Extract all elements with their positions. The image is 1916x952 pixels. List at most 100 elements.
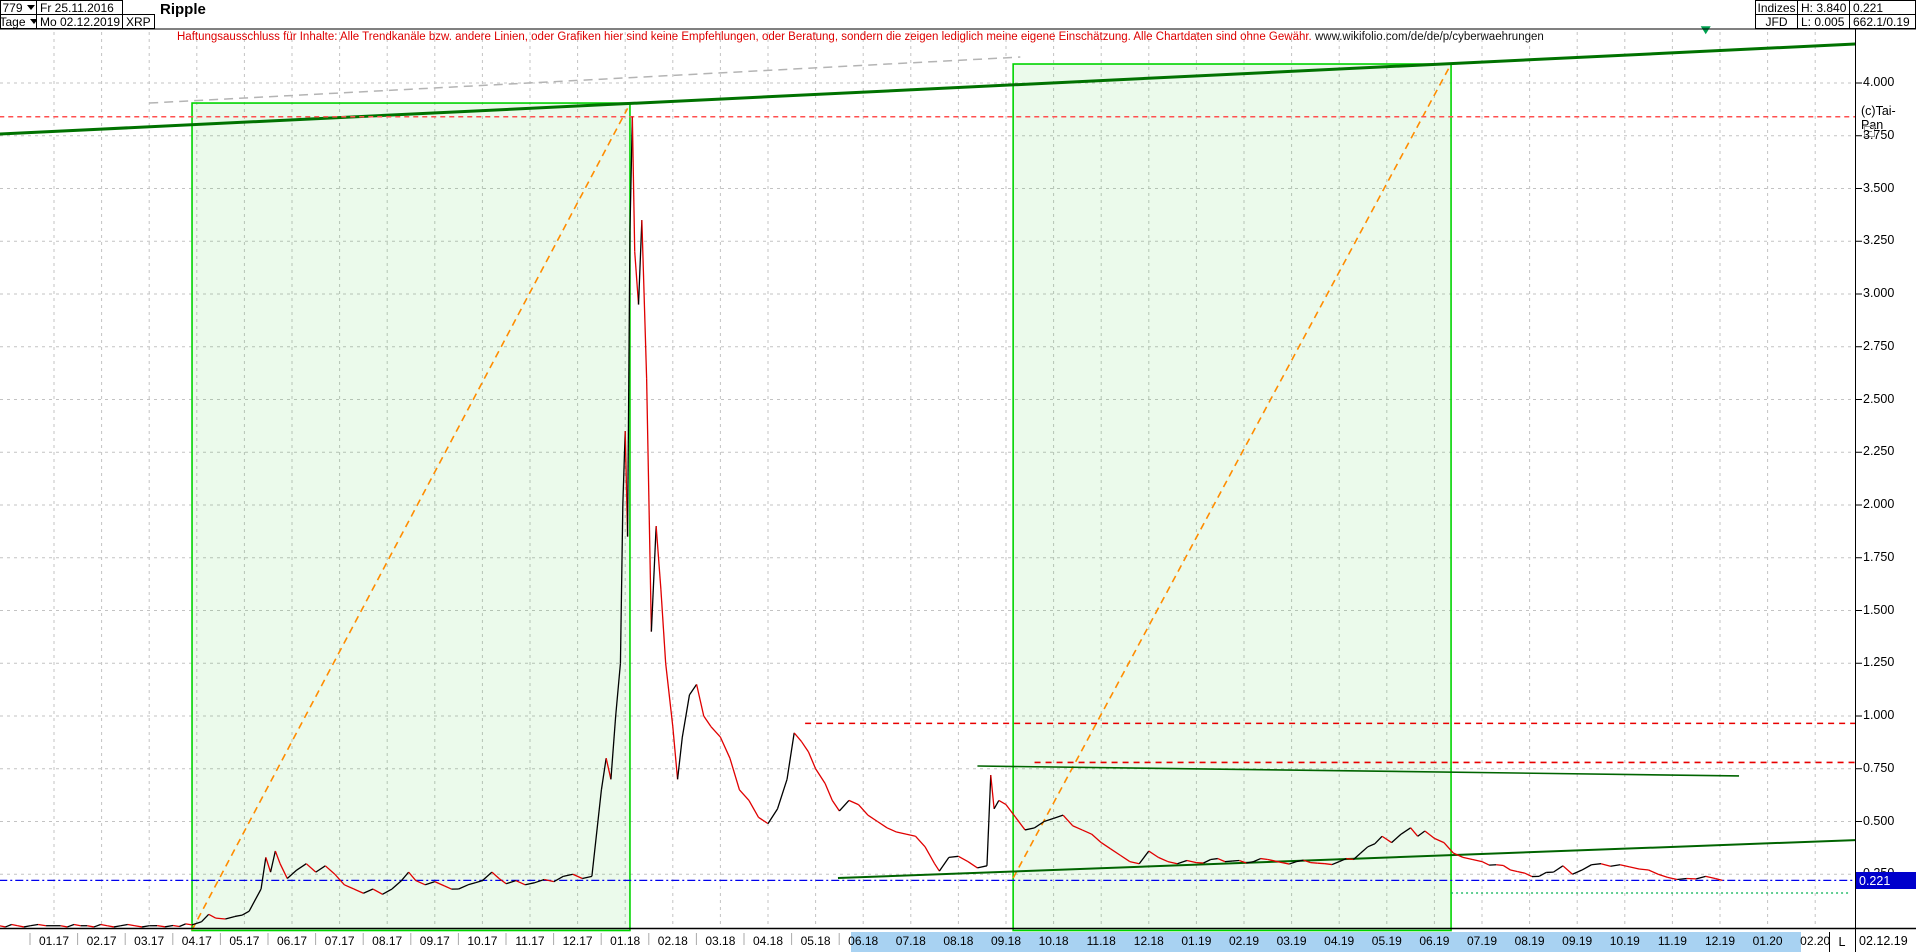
price-segment (958, 856, 968, 861)
gray-resistance-line[interactable] (149, 57, 1020, 103)
x-axis-label: 04.19 (1321, 934, 1357, 948)
price-segment (935, 864, 940, 871)
price-segment (142, 926, 149, 927)
price-segment (216, 918, 226, 919)
x-axis-label: 01.17 (36, 934, 72, 948)
date-from-value: Fr 25.11.2016 (40, 1, 114, 15)
x-axis-label: 10.18 (1036, 934, 1072, 948)
price-segment (157, 926, 165, 927)
price-segment (839, 800, 849, 811)
price-segment (1582, 865, 1592, 870)
current-price-text: 0.221 (1859, 874, 1890, 888)
x-axis-label: 10.17 (464, 934, 500, 948)
symbol-value: XRP (126, 15, 151, 29)
x-axis-label: 06.17 (274, 934, 310, 948)
x-axis-label: 11.18 (1083, 934, 1119, 948)
x-axis-label: 02.17 (84, 934, 120, 948)
high-value: H: 3.840 (1801, 1, 1846, 15)
price-segment (1511, 870, 1518, 872)
price-segment (1630, 867, 1640, 869)
bar-count-dropdown[interactable]: 779 (0, 0, 37, 15)
x-axis-label: 06.18 (845, 934, 881, 948)
x-axis-label: 12.18 (1131, 934, 1167, 948)
date-from-field[interactable]: Fr 25.11.2016 (36, 0, 123, 15)
period-value: Tage (0, 15, 26, 29)
price-segment (808, 752, 815, 769)
chevron-down-icon (27, 5, 35, 10)
price-segment (1639, 869, 1649, 870)
price-segment (711, 727, 721, 738)
price-segment (651, 526, 656, 632)
bar-count-value: 779 (2, 1, 22, 15)
price-segment (61, 926, 68, 927)
price-segment (999, 800, 1006, 804)
x-axis-label: 08.19 (1512, 934, 1548, 948)
price-segment (642, 220, 647, 378)
x-axis-label: 10.19 (1607, 934, 1643, 948)
price-segment (1706, 876, 1716, 878)
x-axis-label: 01.19 (1178, 934, 1214, 948)
price-segment (1696, 876, 1706, 879)
page-title: Ripple (160, 1, 206, 18)
x-axis-label: 08.18 (940, 934, 976, 948)
date-to-field[interactable]: Mo 02.12.2019 (36, 14, 123, 29)
x-axis-label: 04.18 (750, 934, 786, 948)
price-segment (18, 926, 24, 927)
price-segment (1325, 864, 1332, 865)
price-segment (107, 926, 114, 927)
period-dropdown[interactable]: Tage (0, 14, 37, 29)
price-segment (987, 775, 991, 866)
price-segment (1211, 859, 1218, 860)
price-segment (939, 857, 949, 871)
x-axis-label: 09.17 (417, 934, 453, 948)
x-axis-label: 07.19 (1464, 934, 1500, 948)
price-segment (749, 800, 759, 817)
x-axis-label: 05.18 (798, 934, 834, 948)
x-axis-label: 12.19 (1702, 934, 1738, 948)
y-axis-label: 1.000 (1863, 708, 1894, 722)
price-segment (639, 220, 642, 304)
y-axis-label: 3.750 (1863, 128, 1894, 142)
wikifolio-link[interactable]: www.wikifolio.com/de/de/p/cyberwaehrunge… (1315, 31, 1544, 43)
price-segment (74, 925, 81, 926)
price-segment (977, 866, 987, 868)
info-last-price-cell: 0.221 (1849, 0, 1916, 15)
price-segment (868, 815, 878, 821)
indizes-label: Indizes (1757, 1, 1795, 15)
price-segment (661, 589, 666, 663)
price-segment (101, 925, 108, 926)
price-chart-canvas[interactable] (0, 0, 1916, 952)
price-segment (968, 862, 978, 868)
x-axis-label: 11.17 (512, 934, 548, 948)
x-axis-label: 08.17 (369, 934, 405, 948)
x-axis-label: 02.18 (655, 934, 691, 948)
price-segment (1463, 857, 1473, 859)
price-segment (730, 758, 740, 790)
taipan-chart-window: { "header": { "bar_count": "779", "perio… (0, 0, 1916, 952)
y-axis-label: 0.500 (1863, 814, 1894, 828)
price-segment (1311, 863, 1318, 864)
price-segment (787, 733, 794, 779)
price-segment (179, 924, 185, 927)
x-axis-label: 03.19 (1274, 934, 1310, 948)
price-segment (135, 926, 142, 927)
y-axis-label: 3.500 (1863, 181, 1894, 195)
price-segment (949, 856, 959, 857)
y-axis-label: 1.750 (1863, 550, 1894, 564)
triangle-marker-icon[interactable] (1701, 26, 1711, 34)
price-segment (1232, 861, 1239, 862)
info-jfd-cell: JFD (1755, 14, 1798, 29)
x-axis-label: 01.18 (607, 934, 643, 948)
x-axis-label: 02.20 (1797, 934, 1833, 948)
trend-channel-box-2[interactable] (1013, 64, 1451, 930)
price-segment (720, 737, 730, 758)
price-segment (24, 926, 30, 927)
price-segment (632, 117, 634, 252)
y-axis-label: 2.000 (1863, 497, 1894, 511)
symbol-field[interactable]: XRP (122, 14, 155, 29)
price-segment (1591, 864, 1601, 865)
price-segment (673, 727, 678, 780)
price-segment (1649, 870, 1659, 874)
linear-scale-button[interactable]: L (1829, 932, 1854, 952)
price-segment (678, 737, 683, 779)
